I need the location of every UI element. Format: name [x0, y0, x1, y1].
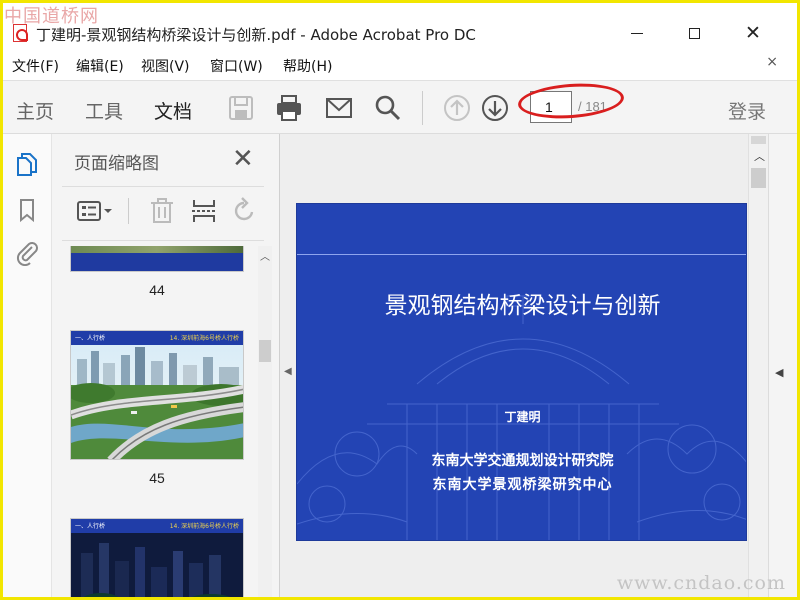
rotate-page-icon[interactable]: [230, 196, 258, 226]
tool-separator: [128, 198, 129, 224]
page-total: / 181: [578, 99, 607, 114]
scrollbar-thumb[interactable]: [751, 168, 766, 188]
thumbnail-header: 一、人行桥 14. 深圳前海6号桥人行桥: [71, 519, 243, 533]
scrollbar-thumb[interactable]: [259, 340, 271, 362]
thumbnail-page-number: 44: [149, 282, 165, 298]
tab-tools[interactable]: 工具: [85, 97, 123, 124]
slide-author: 丁建明: [504, 410, 541, 424]
maximize-button[interactable]: [672, 20, 716, 46]
watermark-top: 中国道桥网: [4, 6, 99, 27]
collapse-panel-icon[interactable]: ◀: [284, 366, 292, 377]
minimize-button[interactable]: [615, 20, 659, 46]
slide-divider-line: [297, 254, 746, 255]
minimize-icon: [631, 32, 643, 34]
previous-page-icon[interactable]: [442, 93, 472, 123]
close-panel-button[interactable]: ✕: [232, 144, 254, 174]
print-icon[interactable]: [274, 93, 304, 123]
delete-page-icon[interactable]: [148, 196, 176, 226]
night-city-image: [71, 533, 243, 600]
slide-organization: 东南大学景观桥梁研究中心: [432, 477, 613, 493]
insert-page-icon[interactable]: [190, 196, 218, 226]
menu-view[interactable]: 视图(V): [141, 56, 190, 76]
tab-home[interactable]: 主页: [16, 97, 54, 124]
thumbnail-page[interactable]: [70, 246, 244, 272]
window-title: 丁建明-景观钢结构桥梁设计与创新.pdf - Adobe Acrobat Pro…: [36, 26, 476, 44]
document-scrollbar[interactable]: ︿: [748, 134, 768, 600]
close-window-button[interactable]: ✕: [731, 20, 775, 46]
panel-divider: [62, 240, 264, 241]
save-icon[interactable]: [226, 93, 256, 123]
thumbnail-scrollbar[interactable]: ︿: [258, 246, 272, 600]
pdf-page[interactable]: 景观钢结构桥梁设计与创新 丁建明 东南大学交通规划设计研究院 东南大学景观桥梁研…: [296, 203, 747, 541]
toolbar-separator: [422, 91, 423, 125]
thumbnail-list: 44 一、人行桥 14. 深圳前海6号桥人行桥 45 一、人行桥 14. 深圳前…: [52, 246, 258, 600]
slide-title: 景观钢结构桥梁设计与创新: [384, 293, 661, 319]
slide-organization: 东南大学交通规划设计研究院: [431, 453, 614, 469]
expand-right-pane-icon[interactable]: ◀: [775, 366, 783, 379]
menu-edit[interactable]: 编辑(E): [76, 56, 124, 76]
close-document-button[interactable]: ×: [766, 54, 778, 70]
watermark-bottom: www.cndao.com: [616, 572, 786, 594]
maximize-icon: [688, 27, 700, 39]
menu-help[interactable]: 帮助(H): [283, 56, 332, 76]
thumbnail-header: 一、人行桥 14. 深圳前海6号桥人行桥: [71, 331, 243, 345]
left-nav-pane: [0, 134, 52, 600]
menu-file[interactable]: 文件(F): [12, 56, 59, 76]
thumbnail-options-icon[interactable]: [76, 196, 116, 226]
panel-divider: [62, 186, 264, 187]
attachment-icon[interactable]: [13, 238, 41, 266]
scroll-up-icon[interactable]: ︿: [260, 248, 270, 263]
main-toolbar: 主页 工具 文档 1 / 181 登录: [0, 80, 800, 138]
page-number-input[interactable]: 1: [530, 91, 572, 123]
title-bar: 丁建明-景观钢结构桥梁设计与创新.pdf - Adobe Acrobat Pro…: [0, 18, 800, 48]
thumbnail-page[interactable]: 一、人行桥 14. 深圳前海6号桥人行桥: [70, 330, 244, 460]
scrollbar-top: [751, 136, 766, 144]
panel-title: 页面缩略图: [74, 154, 159, 174]
email-icon[interactable]: [324, 93, 354, 123]
menu-bar: 文件(F) 编辑(E) 视图(V) 窗口(W) 帮助(H) ×: [0, 52, 800, 76]
menu-window[interactable]: 窗口(W): [210, 56, 263, 76]
page-thumbnails-icon[interactable]: [13, 150, 41, 178]
right-pane-toggle[interactable]: ◀: [768, 134, 800, 600]
search-icon[interactable]: [373, 93, 403, 123]
login-button[interactable]: 登录: [728, 97, 766, 124]
scroll-up-icon[interactable]: ︿: [754, 148, 765, 164]
thumbnail-page[interactable]: 一、人行桥 14. 深圳前海6号桥人行桥: [70, 518, 244, 600]
tab-document[interactable]: 文档: [154, 97, 193, 138]
thumbnail-page-number: 45: [149, 470, 165, 486]
bridge-rendering-image: [71, 345, 243, 459]
next-page-icon[interactable]: [480, 93, 510, 123]
bookmark-icon[interactable]: [13, 196, 41, 224]
thumbnail-panel: 页面缩略图 ✕ 44 一、人行桥 14. 深圳前海6号桥人行桥 45 一、人行桥…: [52, 134, 280, 600]
